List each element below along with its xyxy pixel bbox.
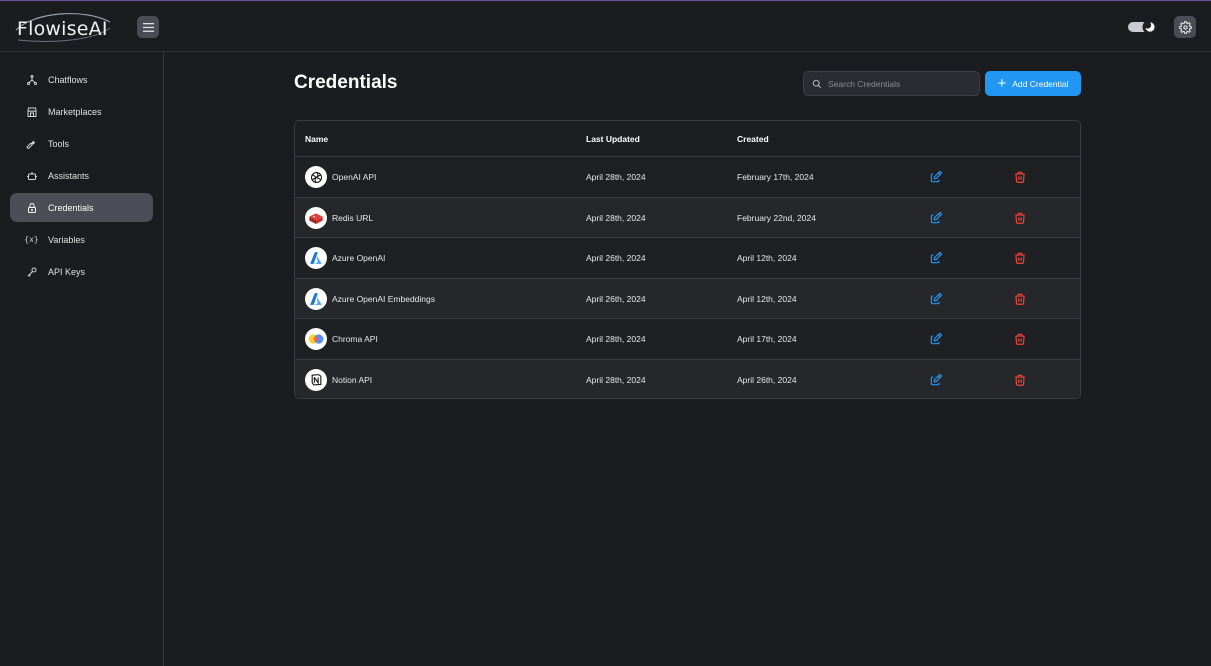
table-row: Chroma API April 28th, 2024 April 17th, …: [295, 319, 1080, 360]
credential-created: April 26th, 2024: [737, 374, 797, 385]
page-title: Credentials: [294, 72, 398, 93]
edit-icon[interactable]: [929, 170, 943, 184]
credential-name: Azure OpenAI Embeddings: [332, 293, 436, 304]
sidebar-item-api-keys[interactable]: API Keys: [10, 257, 153, 286]
credential-last-updated: April 26th, 2024: [586, 253, 646, 263]
trash-icon[interactable]: [1013, 251, 1027, 265]
credential-created: April 12th, 2024: [737, 253, 797, 263]
chroma-icon: [305, 328, 327, 350]
sidebar-item-label: Chatflows: [48, 74, 88, 85]
credential-created: April 12th, 2024: [737, 293, 797, 304]
logo-text: FlowiseAI: [17, 18, 108, 40]
credential-name: Chroma API: [332, 334, 378, 344]
trash-icon[interactable]: [1013, 292, 1027, 306]
hamburger-icon: [142, 22, 154, 32]
sidebar-item-label: Marketplaces: [48, 106, 102, 117]
variable-icon: {x}: [24, 235, 39, 244]
redis-icon: [305, 206, 327, 229]
column-header-created: Created: [737, 134, 769, 144]
credential-last-updated: April 26th, 2024: [586, 293, 646, 304]
sidebar-item-label: Tools: [48, 138, 70, 149]
azure-icon: [305, 287, 327, 310]
sidebar: Chatflows Marketplaces Tools Assistants …: [0, 52, 164, 666]
store-icon: [25, 105, 38, 118]
search-input[interactable]: [828, 78, 968, 89]
robot-icon: [25, 169, 38, 182]
credential-last-updated: April 28th, 2024: [586, 334, 646, 344]
sidebar-item-credentials[interactable]: Credentials: [10, 193, 153, 222]
sidebar-item-tools[interactable]: Tools: [10, 129, 153, 158]
lock-icon: [25, 201, 38, 214]
table-row: Azure OpenAI Embeddings April 26th, 2024…: [295, 278, 1080, 319]
credential-name: Redis URL: [332, 212, 374, 223]
trash-icon[interactable]: [1013, 332, 1027, 346]
credential-name: Notion API: [332, 374, 373, 385]
sidebar-item-marketplaces[interactable]: Marketplaces: [10, 97, 153, 126]
credential-created: February 22nd, 2024: [737, 212, 816, 223]
add-credential-button[interactable]: + Add Credential: [985, 71, 1081, 96]
column-header-name: Name: [305, 134, 329, 144]
azure-icon: [305, 247, 327, 269]
table-row: Redis URL April 28th, 2024 February 22nd…: [295, 197, 1080, 238]
table-body: OpenAI API April 28th, 2024 February 17t…: [295, 157, 1080, 398]
edit-icon[interactable]: [929, 211, 943, 225]
settings-button[interactable]: [1174, 16, 1196, 38]
credential-created: February 17th, 2024: [737, 172, 814, 182]
flowise-logo: FlowiseAI: [14, 10, 114, 44]
menu-toggle-button[interactable]: [137, 16, 159, 38]
credential-created: April 17th, 2024: [737, 334, 797, 344]
gear-icon: [1178, 20, 1192, 34]
credential-last-updated: April 28th, 2024: [586, 374, 646, 385]
trash-icon[interactable]: [1013, 373, 1027, 387]
dark-mode-toggle[interactable]: [1128, 19, 1160, 35]
table-row: Azure OpenAI April 26th, 2024 April 12th…: [295, 238, 1080, 279]
hierarchy-icon: [25, 73, 38, 86]
trash-icon[interactable]: [1013, 211, 1027, 225]
edit-icon[interactable]: [929, 292, 943, 306]
sidebar-item-label: Variables: [48, 234, 85, 245]
sidebar-item-label: API Keys: [48, 266, 86, 277]
column-header-last-updated: Last Updated: [586, 134, 640, 144]
edit-icon[interactable]: [929, 373, 943, 387]
table-row: Notion API April 28th, 2024 April 26th, …: [295, 359, 1080, 398]
credential-name: OpenAI API: [332, 172, 377, 182]
search-box[interactable]: [803, 71, 980, 96]
top-header: FlowiseAI: [0, 1, 1211, 52]
sidebar-item-chatflows[interactable]: Chatflows: [10, 65, 153, 94]
plus-icon: +: [997, 74, 1007, 92]
edit-icon[interactable]: [929, 251, 943, 265]
credential-last-updated: April 28th, 2024: [586, 212, 646, 223]
credential-name: Azure OpenAI: [332, 253, 386, 263]
add-credential-label: Add Credential: [1012, 78, 1069, 89]
key-icon: [25, 265, 38, 278]
credentials-table: Name Last Updated Created OpenAI API Apr…: [294, 120, 1081, 399]
edit-icon[interactable]: [929, 332, 943, 346]
sidebar-item-label: Credentials: [48, 202, 94, 213]
trash-icon[interactable]: [1013, 170, 1027, 184]
search-icon: [812, 79, 822, 88]
sidebar-item-assistants[interactable]: Assistants: [10, 161, 153, 190]
credential-last-updated: April 28th, 2024: [586, 172, 646, 182]
sidebar-item-label: Assistants: [48, 170, 90, 181]
openai-icon: [305, 166, 327, 188]
sidebar-item-variables[interactable]: {x} Variables: [10, 225, 153, 254]
tool-icon: [25, 137, 38, 150]
notion-icon: [305, 368, 327, 391]
table-header: Name Last Updated Created: [295, 121, 1080, 157]
table-row: OpenAI API April 28th, 2024 February 17t…: [295, 157, 1080, 198]
